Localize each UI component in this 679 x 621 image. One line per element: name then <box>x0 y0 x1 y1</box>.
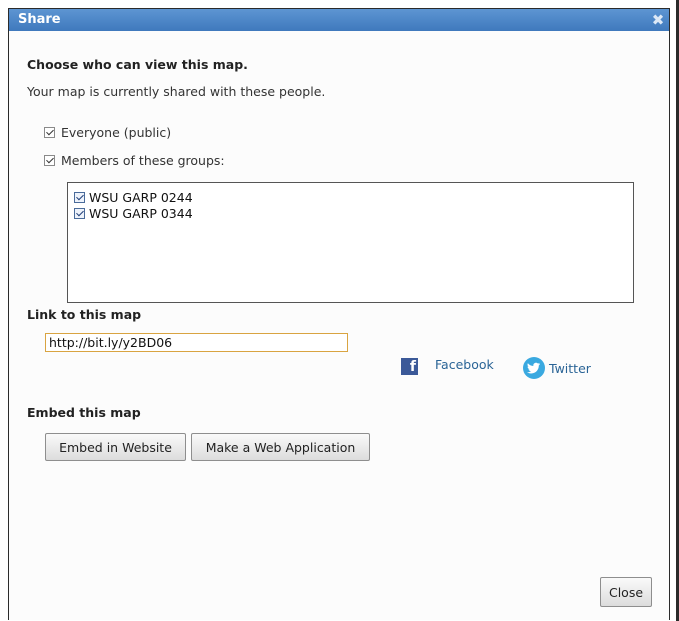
facebook-label-link[interactable]: Facebook <box>435 357 494 372</box>
everyone-label: Everyone (public) <box>61 125 172 140</box>
link-url-input[interactable] <box>45 333 348 352</box>
group-checkbox[interactable] <box>74 192 85 203</box>
who-subtext: Your map is currently shared with these … <box>27 84 326 99</box>
everyone-option[interactable]: Everyone (public) <box>44 125 171 140</box>
twitter-icon <box>523 357 545 379</box>
groups-list: WSU GARP 0244 WSU GARP 0344 <box>67 182 634 303</box>
facebook-link[interactable]: f <box>401 358 418 375</box>
facebook-label: Facebook <box>435 357 494 372</box>
twitter-label: Twitter <box>549 360 591 376</box>
dialog-titlebar: Share ✖ <box>9 9 669 31</box>
dialog-title: Share <box>18 12 61 27</box>
make-web-application-button[interactable]: Make a Web Application <box>191 433 370 461</box>
list-item[interactable]: WSU GARP 0344 <box>74 206 193 221</box>
group-label: WSU GARP 0344 <box>89 206 193 221</box>
groups-label: Members of these groups: <box>61 153 225 168</box>
group-checkbox[interactable] <box>74 208 85 219</box>
close-button[interactable]: Close <box>600 577 652 607</box>
twitter-link[interactable]: Twitter <box>523 357 591 379</box>
everyone-checkbox[interactable] <box>44 127 55 138</box>
embed-in-website-button[interactable]: Embed in Website <box>45 433 186 461</box>
list-item[interactable]: WSU GARP 0244 <box>74 190 193 205</box>
groups-option[interactable]: Members of these groups: <box>44 153 225 168</box>
share-dialog: Share ✖ Choose who can view this map. Yo… <box>8 8 670 620</box>
link-heading: Link to this map <box>27 307 142 322</box>
group-label: WSU GARP 0244 <box>89 190 193 205</box>
facebook-icon: f <box>401 358 418 375</box>
who-heading: Choose who can view this map. <box>27 57 248 72</box>
embed-heading: Embed this map <box>27 405 141 420</box>
close-x-icon[interactable]: ✖ <box>650 12 666 28</box>
groups-checkbox[interactable] <box>44 155 55 166</box>
